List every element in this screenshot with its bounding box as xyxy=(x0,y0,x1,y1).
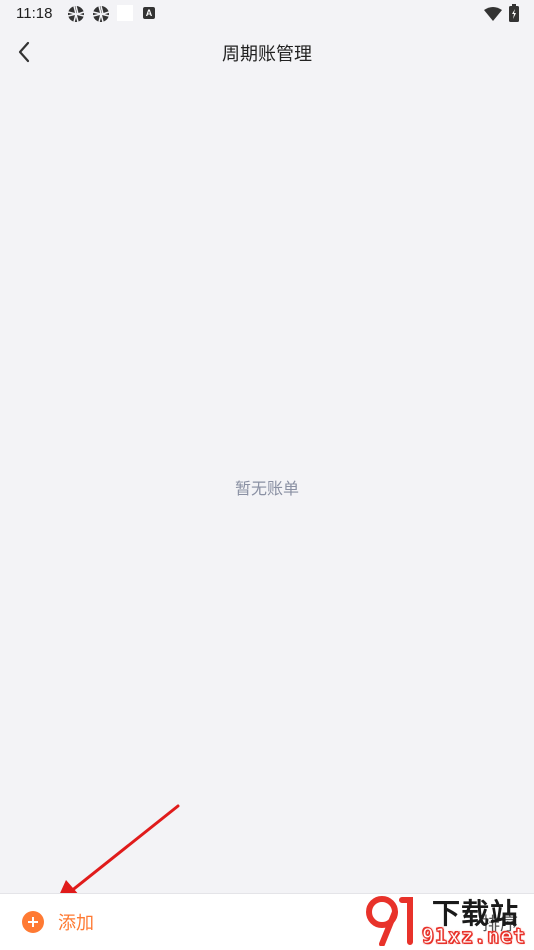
a-badge-icon: A xyxy=(143,7,155,19)
watermark-logo xyxy=(366,896,413,946)
status-time: 11:18 xyxy=(16,5,53,22)
annotation-arrow xyxy=(56,804,180,902)
watermark: 下载站 91xz.net xyxy=(360,890,534,950)
add-button[interactable]: 添加 xyxy=(22,908,94,936)
aperture-icon xyxy=(67,5,85,27)
battery-icon xyxy=(509,4,519,26)
status-bar: 11:18 A xyxy=(0,0,534,28)
empty-state-text: 暂无账单 xyxy=(234,479,299,498)
page-title: 周期账管理 xyxy=(222,44,312,65)
watermark-url: 91xz.net xyxy=(421,924,527,949)
aperture-icon xyxy=(92,5,110,27)
wifi-icon xyxy=(484,6,502,25)
blank-notification-icon xyxy=(117,5,133,21)
navigation-bar: 周期账管理 xyxy=(0,28,534,76)
add-label: 添加 xyxy=(58,913,94,934)
plus-circle-icon xyxy=(22,911,44,933)
